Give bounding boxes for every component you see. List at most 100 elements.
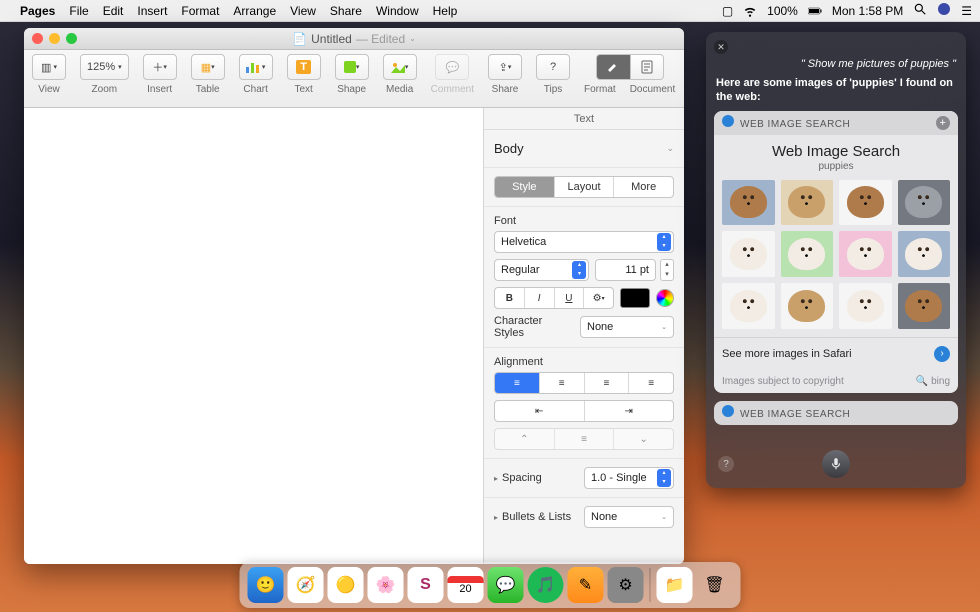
valign-bottom-button[interactable]: ⌄ [614, 429, 673, 449]
spacing-dropdown[interactable]: 1.0 - Single ▴▾ [584, 467, 674, 489]
document-label: Document [630, 84, 676, 95]
image-result[interactable] [781, 231, 834, 277]
tab-layout[interactable]: Layout [555, 177, 615, 197]
image-result[interactable] [781, 180, 834, 226]
tab-style[interactable]: Style [495, 177, 555, 197]
dock-finder[interactable]: 🙂 [248, 567, 284, 603]
notification-center-icon[interactable]: ☰ [961, 4, 972, 18]
align-center-button[interactable]: ≡ [540, 373, 585, 393]
align-right-button[interactable]: ≡ [585, 373, 630, 393]
menu-view[interactable]: View [290, 4, 316, 18]
media-button[interactable]: ▾ [383, 54, 417, 80]
view-menu-button[interactable]: ▥ ▾ [32, 54, 66, 80]
align-left-button[interactable]: ≡ [495, 373, 540, 393]
align-justify-button[interactable]: ≡ [629, 373, 673, 393]
siri-mic-button[interactable] [822, 450, 850, 478]
menu-arrange[interactable]: Arrange [233, 4, 276, 18]
text-color-well[interactable] [620, 288, 650, 308]
paragraph-style-menu[interactable]: Body ⌄ [484, 130, 684, 168]
table-button[interactable]: ▦▾ [191, 54, 225, 80]
image-result[interactable] [839, 231, 892, 277]
close-button[interactable] [32, 33, 43, 44]
font-size-field[interactable]: 11 pt [595, 259, 656, 281]
menu-window[interactable]: Window [376, 4, 419, 18]
chart-button[interactable]: ▾ [239, 54, 273, 80]
shape-button[interactable]: ▾ [335, 54, 369, 80]
see-more-link[interactable]: See more images in Safari › [714, 337, 958, 370]
bullets-dropdown[interactable]: None ⌄ [584, 506, 674, 528]
share-button[interactable]: ⇪▾ [488, 54, 522, 80]
dock-calendar[interactable]: 20 [448, 567, 484, 603]
dock-messages[interactable]: 💬 [488, 567, 524, 603]
image-result[interactable] [898, 231, 951, 277]
siri-close-button[interactable]: ✕ [714, 40, 728, 54]
dock-pages[interactable]: ✎ [568, 567, 604, 603]
dock-trash[interactable]: 🗑 [697, 567, 733, 603]
document-canvas[interactable] [24, 108, 484, 564]
share-label: Share [492, 84, 519, 95]
text-gear-button[interactable]: ⚙▾ [584, 288, 613, 308]
format-button[interactable] [596, 54, 630, 80]
dock: 🙂 🧭 🟡 🌸 S 20 💬 🎵 ✎ ⚙ 📁 🗑 [240, 562, 741, 608]
window-title[interactable]: 📄 Untitled — Edited ⌄ [292, 32, 416, 46]
indent-button[interactable]: ⇥ [585, 401, 674, 421]
siri-icon[interactable] [937, 2, 951, 19]
window-title-text: Untitled [311, 32, 352, 46]
image-result[interactable] [722, 283, 775, 329]
image-result[interactable] [898, 283, 951, 329]
image-result[interactable] [839, 283, 892, 329]
font-size-stepper[interactable]: ▴▾ [660, 259, 674, 281]
bullets-disclosure[interactable]: ▸ Bullets & Lists [494, 511, 571, 523]
insert-button[interactable]: ＋▾ [143, 54, 177, 80]
char-styles-dropdown[interactable]: None ⌄ [580, 316, 674, 338]
titlebar[interactable]: 📄 Untitled — Edited ⌄ [24, 28, 684, 50]
text-button[interactable]: T [287, 54, 321, 80]
tips-button[interactable]: ? [536, 54, 570, 80]
outdent-button[interactable]: ⇤ [495, 401, 585, 421]
zoom-button[interactable] [66, 33, 77, 44]
siri-web-image-card-collapsed[interactable]: WEB IMAGE SEARCH [714, 401, 958, 425]
document-button[interactable] [630, 54, 664, 80]
valign-top-button[interactable]: ⌃ [495, 429, 555, 449]
image-result[interactable] [722, 180, 775, 226]
dock-preferences[interactable]: ⚙ [608, 567, 644, 603]
add-to-notifications-button[interactable]: + [936, 116, 950, 130]
airplay-icon[interactable]: ▢ [722, 4, 733, 18]
dock-downloads[interactable]: 📁 [657, 567, 693, 603]
dock-spotify[interactable]: 🎵 [528, 567, 564, 603]
zoom-dropdown[interactable]: 125%▾ [80, 54, 129, 80]
bold-button[interactable]: B [495, 288, 525, 308]
comment-button[interactable]: 💬 [435, 54, 469, 80]
font-style-dropdown[interactable]: Regular ▴▾ [494, 259, 589, 281]
spotlight-icon[interactable] [913, 2, 927, 19]
spacing-disclosure[interactable]: ▸ Spacing [494, 472, 542, 484]
menubar-app-name[interactable]: Pages [20, 4, 55, 18]
image-result[interactable] [781, 283, 834, 329]
font-size-value: 11 pt [625, 264, 649, 276]
tab-more[interactable]: More [614, 177, 673, 197]
font-family-dropdown[interactable]: Helvetica ▴▾ [494, 231, 674, 253]
underline-button[interactable]: U [555, 288, 585, 308]
dock-photos[interactable]: 🌸 [368, 567, 404, 603]
menu-insert[interactable]: Insert [137, 4, 167, 18]
dock-safari[interactable]: 🧭 [288, 567, 324, 603]
menu-edit[interactable]: Edit [103, 4, 124, 18]
menu-help[interactable]: Help [433, 4, 458, 18]
image-result[interactable] [898, 180, 951, 226]
menubar-clock[interactable]: Mon 1:58 PM [832, 4, 903, 18]
siri-help-button[interactable]: ? [718, 456, 734, 472]
menu-format[interactable]: Format [181, 4, 219, 18]
minimize-button[interactable] [49, 33, 60, 44]
image-result[interactable] [839, 180, 892, 226]
menubar: Pages File Edit Insert Format Arrange Vi… [0, 0, 980, 22]
text-label: Text [294, 84, 312, 95]
valign-middle-button[interactable]: ≡ [555, 429, 615, 449]
color-picker-icon[interactable] [656, 289, 674, 307]
dock-chrome[interactable]: 🟡 [328, 567, 364, 603]
menu-share[interactable]: Share [330, 4, 362, 18]
menu-file[interactable]: File [69, 4, 88, 18]
image-result[interactable] [722, 231, 775, 277]
wifi-icon[interactable] [743, 4, 757, 18]
italic-button[interactable]: I [525, 288, 555, 308]
dock-slack[interactable]: S [408, 567, 444, 603]
